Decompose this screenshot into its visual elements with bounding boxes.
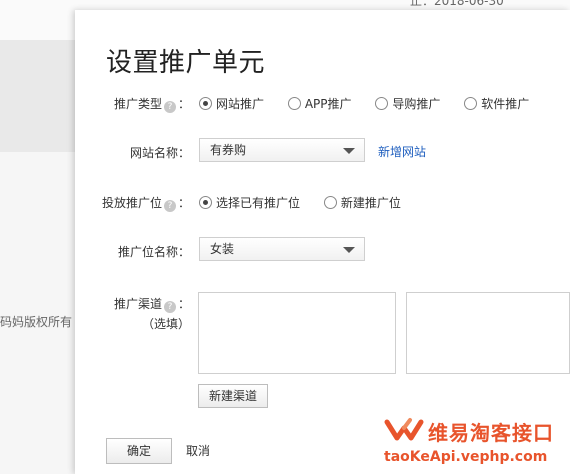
promo-type-radio-group: 网站推广 APP推广 导购推广 软件推广	[199, 95, 529, 112]
radio-circle-icon	[199, 97, 212, 110]
channel-label-text: 推广渠道	[113, 297, 162, 311]
help-icon[interactable]: ?	[163, 301, 176, 313]
site-name-select-value: 有券购	[210, 143, 247, 157]
background-date-text: 止：2018-06-30	[410, 0, 504, 8]
site-name-select[interactable]: 有券购	[199, 138, 365, 162]
radio-app-promo[interactable]: APP推广	[287, 95, 352, 112]
colon-text: ：	[177, 97, 190, 111]
promo-type-label: 推广类型?：	[75, 95, 190, 113]
radio-label: 网站推广	[216, 97, 265, 111]
radio-circle-icon	[287, 97, 301, 110]
channel-textarea-right[interactable]	[406, 292, 570, 374]
background-band	[0, 40, 80, 152]
watermark: 维易淘客接口 taoKeApi.vephp.com	[384, 416, 570, 474]
background-copyright-text: 码妈版权所有 2	[0, 315, 84, 329]
promo-type-label-text: 推广类型	[113, 97, 162, 111]
placement-label: 投放推广位?：	[75, 194, 190, 212]
chevron-down-icon	[343, 148, 355, 154]
placement-name-select-value: 女装	[210, 242, 235, 256]
radio-existing-placement[interactable]: 选择已有推广位	[199, 194, 300, 211]
colon-text: ：	[177, 196, 190, 210]
watermark-name: 维易淘客接口	[428, 421, 554, 445]
new-channel-button[interactable]: 新建渠道	[198, 384, 268, 408]
vephp-logo-icon	[384, 418, 424, 441]
radio-circle-icon	[199, 196, 212, 209]
radio-label: 新建推广位	[340, 196, 401, 210]
channel-textarea-left[interactable]	[198, 292, 396, 374]
help-icon[interactable]: ?	[163, 101, 176, 113]
radio-circle-icon	[323, 196, 337, 209]
placement-label-text: 投放推广位	[101, 196, 162, 210]
help-icon[interactable]: ?	[163, 200, 176, 212]
radio-label: 选择已有推广位	[216, 196, 301, 210]
radio-website-promo[interactable]: 网站推广	[199, 95, 264, 112]
colon-text: ：	[177, 297, 190, 311]
cancel-button[interactable]: 取消	[186, 442, 210, 459]
chevron-down-icon	[343, 247, 355, 253]
channel-optional-hint: （选填）	[141, 317, 190, 331]
radio-label: 导购推广	[392, 97, 441, 111]
watermark-url: taoKeApi.vephp.com	[384, 449, 548, 465]
placement-name-label: 推广位名称：	[117, 245, 190, 259]
placement-name-select[interactable]: 女装	[199, 237, 365, 261]
radio-new-placement[interactable]: 新建推广位	[323, 194, 401, 211]
radio-circle-icon	[375, 97, 389, 110]
radio-label: 软件推广	[481, 97, 530, 111]
placement-radio-group: 选择已有推广位 新建推广位	[199, 194, 401, 211]
radio-circle-icon	[464, 97, 478, 110]
dialog-title: 设置推广单元	[106, 48, 266, 78]
channel-label: 推广渠道?：	[75, 295, 190, 313]
confirm-button[interactable]: 确定	[106, 438, 172, 464]
radio-software-promo[interactable]: 软件推广	[464, 95, 529, 112]
radio-label: APP推广	[304, 97, 352, 111]
site-name-label: 网站名称：	[129, 146, 190, 160]
add-site-link[interactable]: 新增网站	[378, 143, 426, 160]
radio-shopping-guide-promo[interactable]: 导购推广	[375, 95, 440, 112]
promo-unit-dialog: 设置推广单元 推广类型?： 网站推广 APP推广 导购推广 软件推广 网站名称：…	[75, 10, 570, 474]
